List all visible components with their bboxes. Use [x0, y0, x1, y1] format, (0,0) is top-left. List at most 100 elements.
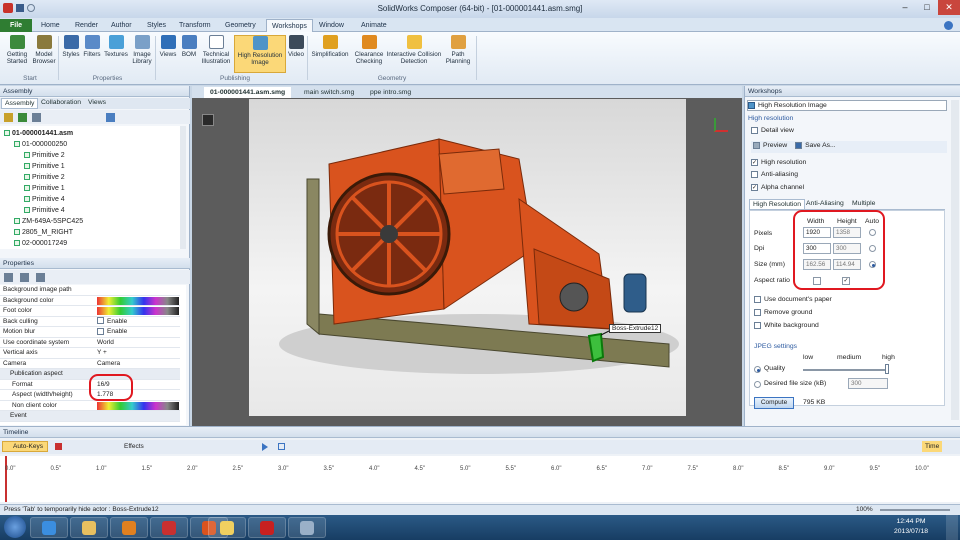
- render-canvas[interactable]: Boss-Extrude12: [249, 99, 686, 416]
- viewport-menu-icon[interactable]: [202, 114, 214, 126]
- select-icon[interactable]: [4, 113, 13, 122]
- high-resolution-image-button[interactable]: High Resolution Image: [234, 35, 286, 73]
- tab-file[interactable]: File: [0, 19, 32, 32]
- tab-styles[interactable]: Styles: [142, 19, 171, 32]
- chrome-taskbar-icon[interactable]: [288, 517, 326, 538]
- tree-item[interactable]: Primitive 4: [24, 205, 65, 216]
- property-row[interactable]: Foot color: [0, 306, 180, 317]
- maximize-button[interactable]: □: [916, 0, 938, 15]
- simplification-button[interactable]: Simplification: [310, 35, 350, 58]
- tree-item-root[interactable]: 01-000001441.asm: [4, 128, 73, 139]
- textures-button[interactable]: Textures: [102, 35, 130, 58]
- tree-item[interactable]: 02-000017249: [14, 238, 67, 249]
- property-row[interactable]: Background color: [0, 296, 180, 306]
- ie-taskbar-icon[interactable]: [30, 517, 68, 538]
- folder-taskbar-icon[interactable]: [208, 517, 246, 538]
- bom-button[interactable]: BOM: [179, 35, 199, 58]
- image-library-button[interactable]: Image Library: [130, 35, 154, 65]
- time-button[interactable]: Time: [922, 441, 943, 452]
- property-row[interactable]: Camera Camera: [0, 359, 180, 369]
- filters-button[interactable]: Filters: [82, 35, 102, 58]
- explorer-taskbar-icon[interactable]: [70, 517, 108, 538]
- tab-workshops[interactable]: Workshops: [266, 19, 313, 32]
- desired-size-radio[interactable]: [754, 381, 761, 388]
- tab-transform[interactable]: Transform: [174, 19, 216, 32]
- tab-animate[interactable]: Animate: [356, 19, 392, 32]
- anti-aliasing-checkbox[interactable]: Anti-aliasing: [751, 170, 798, 180]
- tab-render[interactable]: Render: [70, 19, 103, 32]
- clock-time[interactable]: 12:44 PM: [886, 518, 936, 525]
- color-picker[interactable]: [97, 307, 179, 315]
- tab-anti-aliasing[interactable]: Anti-Aliasing: [803, 199, 847, 208]
- property-row[interactable]: Vertical axis Y +: [0, 348, 180, 359]
- quality-slider[interactable]: [803, 369, 887, 371]
- tab-home[interactable]: Home: [36, 19, 65, 32]
- tree-item[interactable]: Primitive 1: [24, 183, 65, 194]
- calendar-taskbar-icon[interactable]: [150, 517, 188, 538]
- collision-detection-button[interactable]: Interactive Collision Detection: [386, 35, 442, 65]
- styles-button[interactable]: Styles: [61, 35, 81, 58]
- tab-views[interactable]: Views: [85, 98, 109, 107]
- use-document-paper-checkbox[interactable]: Use document's paper: [754, 295, 832, 305]
- tab-window[interactable]: Window: [314, 19, 349, 32]
- property-row[interactable]: Background image path: [0, 285, 180, 296]
- callout-label[interactable]: Boss-Extrude12: [609, 324, 662, 333]
- save-as-button[interactable]: Save As...: [795, 141, 836, 149]
- expand-icon[interactable]: [32, 113, 41, 122]
- high-resolution-checkbox[interactable]: ✓ High resolution: [751, 158, 806, 168]
- quality-slider-thumb[interactable]: [885, 364, 889, 374]
- alpha-channel-checkbox[interactable]: ✓ Alpha channel: [751, 183, 804, 193]
- start-button[interactable]: [4, 516, 26, 538]
- property-row[interactable]: Back culling Enable: [0, 317, 180, 327]
- tab-high-resolution[interactable]: High Resolution: [749, 199, 805, 210]
- workshops-scrollbar[interactable]: [951, 100, 959, 420]
- timeline-ruler[interactable]: [0, 456, 960, 502]
- detail-view-checkbox[interactable]: Detail view: [751, 126, 794, 136]
- zoom-slider[interactable]: [880, 509, 950, 511]
- stop-icon[interactable]: [278, 443, 285, 450]
- auto-keys-button[interactable]: Auto-Keys: [2, 441, 48, 452]
- video-button[interactable]: Video: [287, 35, 305, 58]
- play-icon[interactable]: [262, 443, 268, 451]
- sort-icon[interactable]: [4, 273, 13, 282]
- white-background-checkbox[interactable]: White background: [754, 321, 819, 331]
- tree-scrollbar[interactable]: [180, 126, 186, 249]
- property-section[interactable]: Event: [0, 411, 180, 422]
- tab-author[interactable]: Author: [106, 19, 137, 32]
- tree-item[interactable]: 2805_M_RIGHT: [14, 227, 73, 238]
- key-icon[interactable]: [55, 443, 62, 450]
- tab-geometry[interactable]: Geometry: [220, 19, 261, 32]
- property-row[interactable]: Motion blur Enable: [0, 327, 180, 338]
- getting-started-button[interactable]: Getting Started: [3, 35, 31, 65]
- model-browser-button[interactable]: Model Browser: [31, 35, 57, 65]
- desired-size-input[interactable]: 300: [848, 378, 888, 389]
- compute-button[interactable]: Compute: [754, 397, 794, 409]
- minimize-button[interactable]: –: [894, 0, 916, 15]
- refresh-icon[interactable]: [20, 273, 29, 282]
- property-row[interactable]: Use coordinate system World: [0, 338, 180, 348]
- copy-icon[interactable]: [36, 273, 45, 282]
- property-row[interactable]: Non client color: [0, 401, 180, 411]
- tree-item[interactable]: Primitive 4: [24, 194, 65, 205]
- tab-collaboration[interactable]: Collaboration: [38, 98, 84, 107]
- tab-multiple[interactable]: Multiple: [849, 199, 878, 208]
- effects-button[interactable]: Effects: [124, 441, 144, 452]
- doc-tab[interactable]: ppe intro.smg: [364, 87, 417, 98]
- doc-tab-active[interactable]: 01-000001441.asm.smg: [204, 87, 292, 98]
- solidworks-taskbar-icon[interactable]: [248, 517, 286, 538]
- timeline-cursor[interactable]: [5, 456, 7, 502]
- link-icon[interactable]: [106, 113, 115, 122]
- doc-tab[interactable]: main switch.smg: [298, 87, 360, 98]
- tree-item[interactable]: Primitive 2: [24, 150, 65, 161]
- preview-button[interactable]: Preview: [753, 141, 787, 149]
- media-taskbar-icon[interactable]: [110, 517, 148, 538]
- coordinate-axis-icon[interactable]: [714, 118, 728, 132]
- help-icon[interactable]: [944, 21, 953, 30]
- color-picker[interactable]: [97, 401, 179, 410]
- path-planning-button[interactable]: Path Planning: [443, 35, 473, 65]
- technical-illustration-button[interactable]: Technical Illustration: [200, 35, 232, 65]
- views-button[interactable]: Views: [158, 35, 178, 58]
- workshop-selector[interactable]: High Resolution Image: [747, 100, 947, 111]
- clock-date[interactable]: 2013/07/18: [886, 528, 936, 535]
- filter-icon[interactable]: [18, 113, 27, 122]
